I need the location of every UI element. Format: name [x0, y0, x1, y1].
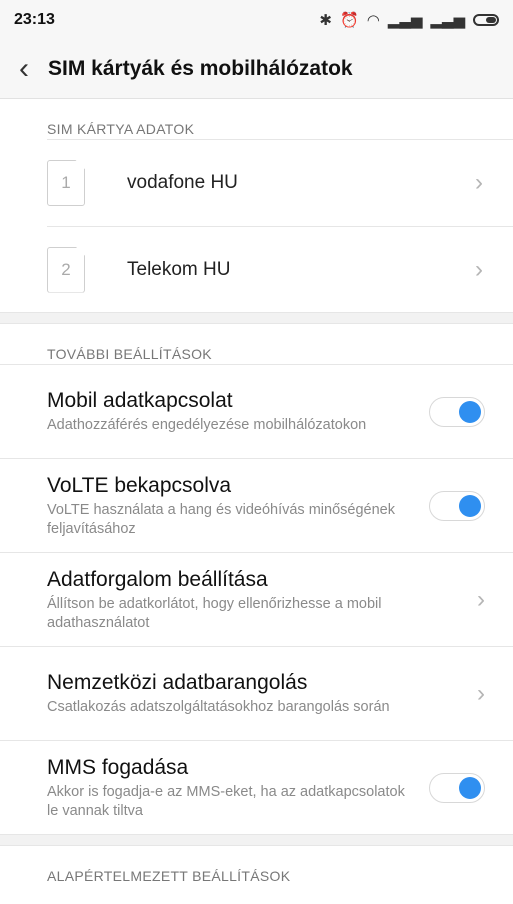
sim-card-item-1[interactable]: 1 vodafone HU › [0, 140, 513, 226]
status-icons: ✱ ⏰ ◠ ▂▃▅ ▂▃▅ [319, 11, 499, 29]
volte-toggle[interactable] [429, 490, 485, 521]
sim-card-icon: 2 [47, 246, 85, 293]
more-settings-list: Mobil adatkapcsolat Adathozzáférés enged… [0, 364, 513, 834]
chevron-right-icon: › [477, 679, 485, 707]
signal-icon-2: ▂▃▅ [430, 12, 465, 29]
default-settings-header: ALAPÉRTELMEZETT BEÁLLÍTÁSOK [47, 868, 291, 884]
setting-title: MMS fogadása [47, 755, 189, 779]
page-title: SIM kártyák és mobilhálózatok [48, 57, 353, 80]
sim-card-icon: 1 [47, 160, 85, 206]
setting-title: Nemzetközi adatbarangolás [47, 671, 308, 694]
setting-subtitle: Adathozzáférés engedélyezése mobilhálóza… [47, 417, 367, 433]
chevron-right-icon: › [477, 585, 485, 613]
alarm-icon: ⏰ [340, 12, 359, 29]
setting-subtitle: Akkor is fogadja-e az MMS-eket, ha az ad… [47, 783, 405, 819]
chevron-right-icon: › [475, 255, 483, 283]
setting-data-usage[interactable]: Adatforgalom beállítása Állítson be adat… [0, 552, 513, 646]
back-arrow-icon[interactable]: ‹ [0, 40, 48, 98]
status-bar: 23:13 ✱ ⏰ ◠ ▂▃▅ ▂▃▅ [0, 0, 513, 40]
setting-mms[interactable]: MMS fogadása Akkor is fogadja-e az MMS-e… [0, 740, 513, 834]
setting-subtitle: VoLTE használata a hang és videóhívás mi… [47, 501, 395, 537]
wifi-icon: ◠ [366, 12, 380, 29]
more-settings-header: TOVÁBBI BEÁLLÍTÁSOK [47, 346, 212, 362]
setting-volte[interactable]: VoLTE bekapcsolva VoLTE használata a han… [0, 458, 513, 552]
setting-subtitle: Állítson be adatkorlátot, hogy ellenőriz… [47, 595, 382, 631]
status-time: 23:13 [14, 11, 55, 28]
battery-icon [473, 14, 499, 26]
chevron-right-icon: › [475, 169, 483, 196]
setting-data-roaming[interactable]: Nemzetközi adatbarangolás Csatlakozás ad… [0, 646, 513, 740]
setting-mobile-data[interactable]: Mobil adatkapcsolat Adathozzáférés enged… [0, 364, 513, 458]
setting-subtitle: Csatlakozás adatszolgáltatásokhoz barang… [47, 699, 390, 715]
setting-title: Adatforgalom beállítása [47, 567, 268, 591]
sim-card-name: Telekom HU [127, 258, 231, 280]
bluetooth-icon: ✱ [319, 12, 332, 29]
sim-section-header: SIM KÁRTYA ADATOK [47, 121, 195, 137]
section-gap [0, 312, 513, 324]
sim-card-item-2[interactable]: 2 Telekom HU › [47, 226, 513, 312]
signal-icon-1: ▂▃▅ [387, 12, 423, 29]
mms-toggle[interactable] [429, 772, 485, 803]
setting-title: Mobil adatkapcsolat [47, 389, 233, 412]
mobile-data-toggle[interactable] [429, 396, 485, 427]
setting-title: VoLTE bekapcsolva [47, 473, 232, 497]
section-gap [0, 834, 513, 846]
sim-card-name: vodafone HU [127, 172, 238, 193]
title-bar: ‹ SIM kártyák és mobilhálózatok [0, 40, 513, 99]
